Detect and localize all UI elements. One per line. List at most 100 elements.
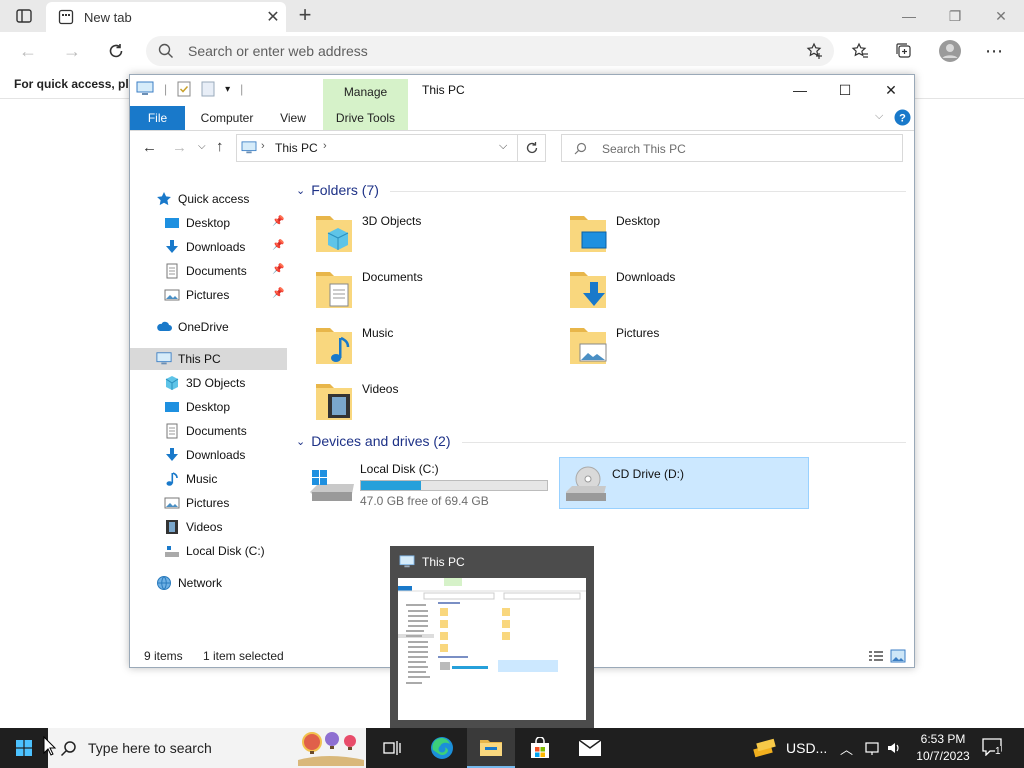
system-clock[interactable]: 6:53 PM 10/7/2023: [910, 731, 976, 765]
group-header-devices[interactable]: ⌄ Devices and drives (2): [296, 433, 451, 449]
sidebar-item-local-disk[interactable]: Local Disk (C:): [164, 540, 265, 562]
address-bar[interactable]: Search or enter web address: [146, 36, 834, 66]
properties-icon[interactable]: [177, 81, 191, 97]
back-arrow-icon[interactable]: ←: [14, 38, 42, 64]
large-icons-view-icon[interactable]: [890, 649, 906, 663]
sidebar-item-music[interactable]: Music: [164, 468, 217, 490]
weather-widget[interactable]: USD...: [752, 728, 827, 768]
refresh-icon: [526, 142, 537, 154]
taskbar-thumbnail-preview[interactable]: This PC: [390, 546, 594, 728]
tray-chevron-icon[interactable]: ︿: [840, 728, 853, 768]
refresh-icon[interactable]: [102, 38, 130, 64]
collections-icon[interactable]: [890, 38, 918, 64]
sidebar-item-onedrive[interactable]: OneDrive: [156, 316, 229, 338]
sidebar-item-pc-downloads[interactable]: Downloads: [164, 444, 245, 466]
address-input[interactable]: Search or enter web address: [188, 43, 368, 59]
folder-desktop[interactable]: Desktop: [544, 210, 784, 260]
browser-tab[interactable]: New tab ✕: [46, 2, 286, 32]
sidebar-item-pc-documents[interactable]: Documents: [164, 420, 247, 442]
tab-view[interactable]: View: [270, 106, 316, 130]
tab-close-icon[interactable]: ✕: [260, 7, 286, 27]
mail-taskbar-button[interactable]: [566, 728, 614, 768]
cd-drive-icon: [566, 466, 606, 501]
start-button[interactable]: [0, 728, 48, 768]
forward-icon[interactable]: →: [172, 139, 187, 156]
sidebar-item-documents[interactable]: Documents: [164, 260, 247, 282]
browser-close-button[interactable]: ✕: [978, 0, 1024, 32]
folder-documents[interactable]: Documents: [290, 266, 530, 316]
taskbar-search-input[interactable]: Type here to search: [88, 740, 212, 756]
forward-arrow-icon[interactable]: →: [58, 38, 86, 64]
recent-locations-icon[interactable]: ⌵: [198, 141, 206, 152]
address-path-box[interactable]: › This PC › ⌵: [236, 134, 518, 162]
sidebar-item-pc-pictures[interactable]: Pictures: [164, 492, 229, 514]
sidebar-item-downloads[interactable]: Downloads: [164, 236, 245, 258]
group-header-label: Devices and drives (2): [311, 433, 451, 449]
pin-icon[interactable]: 📌: [272, 216, 284, 227]
group-header-folders[interactable]: ⌄ Folders (7): [296, 182, 379, 198]
sidebar-label: This PC: [178, 352, 221, 366]
sidebar-item-quick-access[interactable]: Quick access: [156, 188, 249, 210]
ribbon-expand-icon[interactable]: ⌵: [875, 110, 883, 123]
sidebar-label: Quick access: [178, 192, 250, 206]
sidebar-item-videos[interactable]: Videos: [164, 516, 222, 538]
volume-icon[interactable]: [886, 740, 902, 756]
path-chevron-icon[interactable]: ›: [261, 140, 265, 152]
notification-center-button[interactable]: 1: [982, 738, 1002, 759]
sidebar-label: Documents: [186, 424, 247, 438]
path-chevron-icon[interactable]: ›: [323, 140, 327, 152]
new-folder-icon[interactable]: [201, 81, 215, 97]
path-segment-this-pc[interactable]: This PC: [275, 141, 318, 155]
pin-icon[interactable]: 📌: [272, 240, 284, 251]
drive-cd-d[interactable]: CD Drive (D:): [559, 457, 809, 509]
path-dropdown-icon[interactable]: ⌵: [499, 140, 507, 153]
details-view-icon[interactable]: [868, 649, 884, 663]
tab-computer[interactable]: Computer: [192, 106, 262, 130]
task-view-button[interactable]: [368, 728, 416, 768]
pin-icon[interactable]: 📌: [272, 288, 284, 299]
tab-file[interactable]: File: [130, 106, 185, 130]
settings-more-icon[interactable]: ⋯: [980, 38, 1008, 64]
qat-dropdown-icon[interactable]: ▾: [225, 84, 230, 95]
drive-free-space: 47.0 GB free of 69.4 GB: [360, 494, 489, 508]
new-tab-button[interactable]: +: [292, 4, 318, 28]
up-icon[interactable]: ↑: [216, 138, 224, 155]
explorer-close-button[interactable]: ✕: [868, 79, 914, 101]
browser-minimize-button[interactable]: —: [886, 0, 932, 32]
add-favorite-icon[interactable]: [806, 42, 824, 60]
drive-local-disk-c[interactable]: Local Disk (C:) 47.0 GB free of 69.4 GB: [308, 460, 558, 510]
folder-pictures-icon: [570, 328, 607, 364]
sidebar-item-network[interactable]: Network: [156, 572, 222, 594]
collapse-chevron-icon[interactable]: ⌄: [296, 435, 305, 448]
sidebar-item-pictures[interactable]: Pictures: [164, 284, 229, 306]
explorer-minimize-button[interactable]: —: [777, 79, 823, 101]
profile-avatar-icon[interactable]: [936, 38, 964, 64]
taskbar-search-box[interactable]: Type here to search: [48, 728, 366, 768]
folder-3d-objects[interactable]: 3D Objects: [290, 210, 530, 260]
sidebar-item-pc-desktop[interactable]: Desktop: [164, 396, 230, 418]
folder-music[interactable]: Music: [290, 322, 530, 372]
tab-drive-tools[interactable]: Drive Tools: [323, 106, 408, 130]
collapse-chevron-icon[interactable]: ⌄: [296, 184, 305, 197]
edge-taskbar-button[interactable]: [418, 728, 466, 768]
file-explorer-taskbar-button[interactable]: [467, 728, 515, 768]
favorites-icon[interactable]: [846, 38, 874, 64]
tab-actions-icon[interactable]: [8, 6, 40, 26]
help-icon[interactable]: ?: [894, 109, 911, 126]
sidebar-item-desktop[interactable]: Desktop: [164, 212, 230, 234]
store-taskbar-button[interactable]: [516, 728, 564, 768]
search-input[interactable]: Search This PC: [602, 142, 686, 156]
pin-icon[interactable]: 📌: [272, 264, 284, 275]
clock-time: 6:53 PM: [920, 732, 966, 746]
explorer-maximize-button[interactable]: ☐: [822, 79, 868, 101]
folder-videos[interactable]: Videos: [290, 378, 530, 428]
folder-downloads[interactable]: Downloads: [544, 266, 784, 316]
back-icon[interactable]: ←: [142, 139, 157, 156]
sidebar-item-this-pc[interactable]: This PC: [130, 348, 287, 370]
meet-now-icon[interactable]: [864, 740, 880, 756]
refresh-button[interactable]: [518, 134, 546, 162]
search-box[interactable]: Search This PC: [561, 134, 903, 162]
browser-restore-button[interactable]: ❐: [932, 0, 978, 32]
sidebar-item-3d-objects[interactable]: 3D Objects: [164, 372, 245, 394]
folder-pictures[interactable]: Pictures: [544, 322, 784, 372]
